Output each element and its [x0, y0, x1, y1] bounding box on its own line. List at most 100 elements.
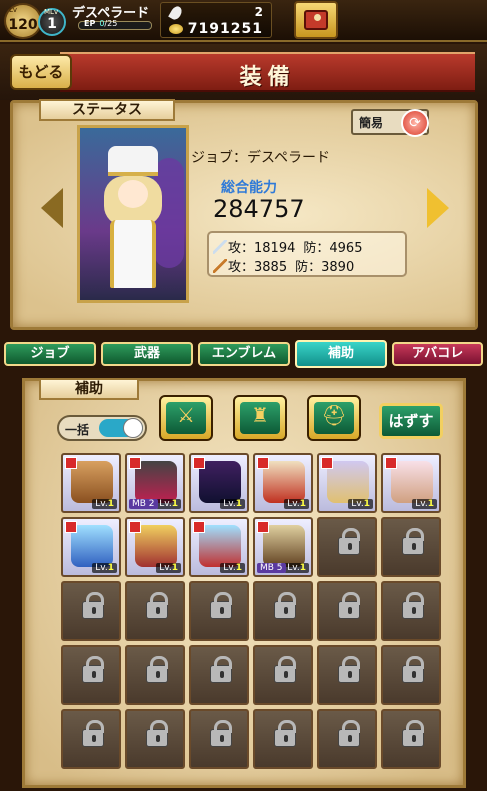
- prev-character-arrow-icon[interactable]: [41, 188, 63, 228]
- card-level-value: 1: [107, 563, 114, 573]
- filter-weapon-button[interactable]: ⚔: [159, 395, 213, 441]
- tab-job[interactable]: ジョブ: [4, 342, 96, 366]
- support-card-slot[interactable]: Lv.1: [125, 517, 185, 577]
- card-level-value: 1: [235, 499, 242, 509]
- locked-slot: [381, 709, 441, 769]
- lock-icon: [210, 656, 232, 683]
- card-mb-badge: MB 2: [129, 499, 158, 509]
- card-flag-icon: [193, 521, 205, 533]
- card-mb-badge: MB 5: [257, 563, 286, 573]
- locked-slot: [125, 581, 185, 641]
- support-card-slot[interactable]: Lv.1: [189, 517, 249, 577]
- card-level: Lv.1: [220, 499, 245, 509]
- lock-icon: [82, 720, 104, 747]
- physical-attack-value: 18194: [254, 241, 296, 256]
- card-level-label: Lv.: [287, 563, 300, 573]
- menu-book-button[interactable]: [294, 1, 338, 39]
- total-power-value: 284757: [213, 195, 305, 223]
- filter-armor-button[interactable]: ♜: [233, 395, 287, 441]
- lock-icon: [338, 656, 360, 683]
- card-artwork: [391, 461, 433, 503]
- card-level-label: Lv.: [159, 499, 172, 509]
- refresh-icon: ⟳: [401, 109, 429, 137]
- support-panel: 補助 一括 ⚔ ♜ ⛑ はずす Lv.1 Lv.1 MB 2 Lv.1 Lv.1 Lv.1…: [22, 378, 466, 788]
- lock-icon: [210, 592, 232, 619]
- total-power-label: 総合能力: [221, 180, 277, 196]
- locked-slot: [125, 645, 185, 705]
- character-portrait: [77, 125, 189, 303]
- feather-count: 2: [254, 5, 263, 19]
- card-level: Lv.1: [284, 499, 309, 509]
- back-button[interactable]: もどる: [10, 54, 72, 90]
- card-flag-icon: [385, 457, 397, 469]
- support-card-slot[interactable]: Lv.1: [189, 453, 249, 513]
- card-level-value: 1: [107, 499, 114, 509]
- card-level-label: Lv.: [223, 499, 236, 509]
- locked-slot: [317, 517, 377, 577]
- support-card-slot[interactable]: Lv.1: [61, 453, 121, 513]
- gold-coin-icon: [169, 24, 183, 34]
- card-level-label: Lv.: [351, 499, 364, 509]
- job-line: ジョブ：デスペラード: [191, 150, 331, 166]
- card-level: Lv.1: [412, 499, 437, 509]
- card-level-value: 1: [299, 563, 306, 573]
- card-artwork: [71, 461, 113, 503]
- simple-view-button[interactable]: 簡易 ⟳: [351, 109, 429, 137]
- lock-icon: [402, 592, 424, 619]
- card-level: Lv.1: [284, 563, 309, 573]
- support-card-slot[interactable]: Lv.1: [381, 453, 441, 513]
- physical-attack-label: 攻：: [228, 241, 255, 256]
- page-title: 装備: [239, 65, 296, 90]
- locked-slot: [189, 645, 249, 705]
- physical-stats-row: 攻：18194 防：4965: [213, 237, 363, 256]
- card-level-label: Lv.: [223, 563, 236, 573]
- support-card-slot[interactable]: Lv.1: [253, 453, 313, 513]
- bulk-toggle-label: 一括: [65, 423, 90, 437]
- support-section-label: 補助: [39, 378, 139, 400]
- card-artwork: [71, 525, 113, 567]
- magic-defense-value: 3890: [321, 260, 355, 275]
- tab-weapon[interactable]: 武器: [101, 342, 193, 366]
- unequip-button[interactable]: はずす: [379, 403, 443, 439]
- lock-icon: [274, 592, 296, 619]
- card-flag-icon: [257, 457, 269, 469]
- support-card-slot[interactable]: Lv.1 MB 2: [125, 453, 185, 513]
- lock-icon: [210, 720, 232, 747]
- card-level-value: 1: [171, 499, 178, 509]
- next-character-arrow-icon[interactable]: [427, 188, 449, 228]
- card-level: Lv.1: [92, 563, 117, 573]
- card-level-value: 1: [363, 499, 370, 509]
- card-level: Lv.1: [156, 563, 181, 573]
- tab-emblem[interactable]: エンブレム: [198, 342, 290, 366]
- stats-box: 攻：18194 防：4965 攻：3885 防：3890: [207, 231, 407, 277]
- lock-icon: [402, 656, 424, 683]
- card-level: Lv.1: [348, 499, 373, 509]
- card-artwork: [263, 461, 305, 503]
- support-card-slot[interactable]: Lv.1: [317, 453, 377, 513]
- lock-icon: [82, 656, 104, 683]
- bulk-toggle[interactable]: 一括: [57, 415, 147, 441]
- lock-icon: [402, 528, 424, 555]
- magic-attack-label: 攻：: [228, 260, 255, 275]
- level-value: 120: [8, 17, 38, 33]
- card-level-value: 1: [171, 563, 178, 573]
- ep-text: EP 0/25: [84, 19, 117, 28]
- sword-icon: [213, 240, 227, 254]
- physical-defense-value: 4965: [329, 241, 363, 256]
- locked-slot: [253, 645, 313, 705]
- support-card-slot[interactable]: Lv.1: [61, 517, 121, 577]
- page-header: 装備 もどる: [0, 44, 487, 100]
- filter-helmet-button[interactable]: ⛑: [307, 395, 361, 441]
- locked-slot: [253, 581, 313, 641]
- tab-avatar-collection[interactable]: アバコレ: [392, 342, 483, 366]
- card-flag-icon: [129, 457, 141, 469]
- magic-attack-value: 3885: [254, 260, 288, 275]
- gold-count: 7191251: [187, 21, 263, 37]
- locked-slot: [317, 709, 377, 769]
- top-status-bar: Lv 120 MLv 1 デスペラード EP 0/25 2 7191251: [0, 0, 487, 42]
- tab-support[interactable]: 補助: [295, 340, 387, 368]
- card-artwork: [135, 461, 177, 503]
- card-level-label: Lv.: [159, 563, 172, 573]
- card-level-label: Lv.: [95, 499, 108, 509]
- support-card-slot[interactable]: Lv.1 MB 5: [253, 517, 313, 577]
